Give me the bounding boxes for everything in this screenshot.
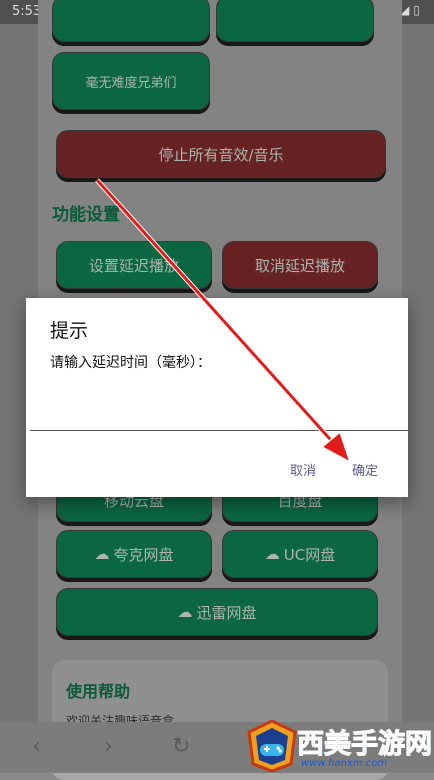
annotation-arrow [95,178,352,464]
